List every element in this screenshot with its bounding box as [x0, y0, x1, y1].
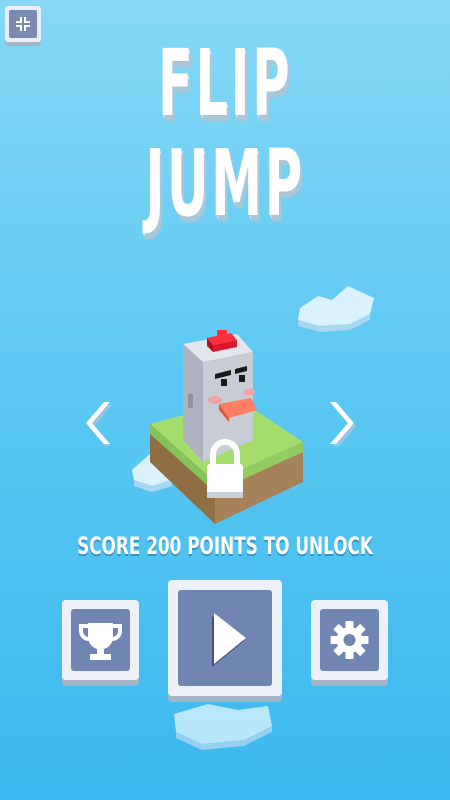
chevron-right-icon — [330, 402, 356, 446]
trophy-icon — [79, 623, 122, 660]
compress-arrows-icon — [9, 10, 37, 38]
unlock-requirement-text: SCORE 200 POINTS TO UNLOCK — [77, 532, 373, 560]
game-title-line-2: JUMP — [145, 130, 305, 237]
gear-icon — [330, 621, 369, 659]
exit-fullscreen-button[interactable] — [5, 6, 41, 42]
next-character-button[interactable] — [330, 400, 360, 446]
settings-button[interactable] — [311, 600, 388, 680]
play-icon — [212, 613, 246, 667]
character-preview — [150, 330, 303, 524]
leaderboard-button[interactable] — [62, 600, 139, 680]
chevron-left-icon — [86, 402, 112, 446]
game-title-line-1: FLIP — [157, 30, 293, 137]
play-button[interactable] — [168, 580, 282, 696]
previous-character-button[interactable] — [84, 400, 114, 446]
cloud-decoration — [174, 704, 272, 750]
